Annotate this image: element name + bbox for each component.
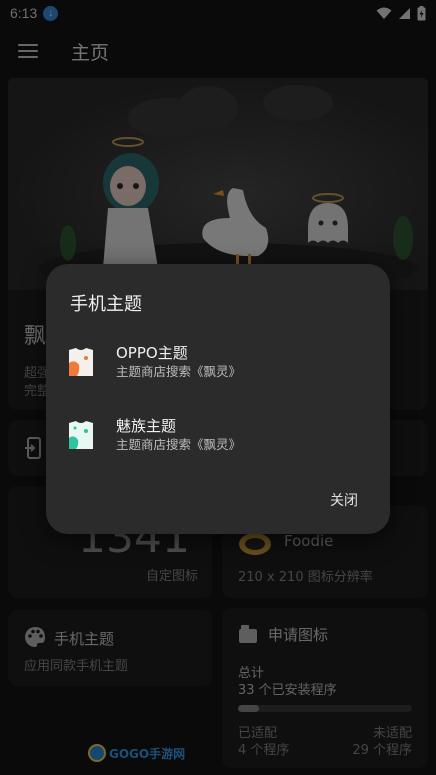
dialog-item-oppo-sub: 主题商店搜索《飘灵》	[116, 364, 242, 379]
dialog-item-oppo[interactable]: OPPO主题 主题商店搜索《飘灵》	[62, 334, 374, 390]
dialog-item-meizu-name: 魅族主题	[116, 417, 177, 435]
phone-theme-dialog: 手机主题 OPPO主题 主题商店搜索《飘灵》 魅族主题 主题商店搜索《飘灵》 关…	[46, 264, 390, 534]
close-button[interactable]: 关闭	[322, 484, 366, 516]
meizu-theme-icon	[69, 421, 93, 449]
dialog-item-oppo-name: OPPO主题	[116, 344, 188, 362]
screen: 6:13 ↓ 主页	[0, 0, 436, 775]
dialog-item-meizu[interactable]: 魅族主题 主题商店搜索《飘灵》	[62, 407, 374, 463]
dialog-item-meizu-sub: 主题商店搜索《飘灵》	[116, 437, 242, 452]
dialog-title: 手机主题	[70, 294, 142, 315]
oppo-theme-icon	[69, 348, 93, 376]
